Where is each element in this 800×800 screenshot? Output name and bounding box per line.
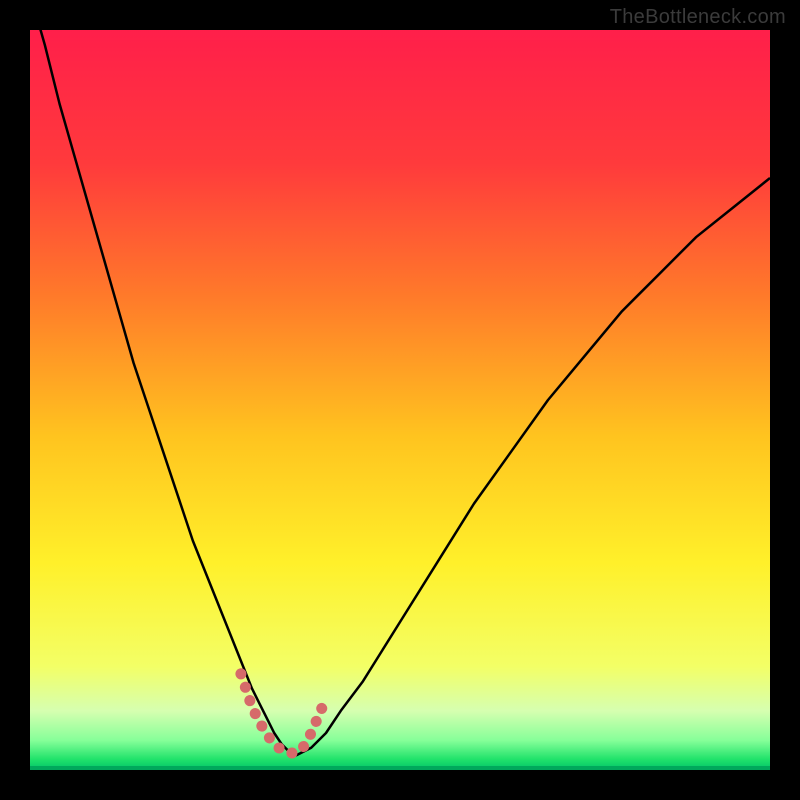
chart-svg [30, 30, 770, 770]
outer-frame: TheBottleneck.com [0, 0, 800, 800]
plot-area [30, 30, 770, 770]
gradient-background [30, 30, 770, 770]
watermark-text: TheBottleneck.com [610, 6, 786, 29]
baseline-strip [30, 766, 770, 770]
